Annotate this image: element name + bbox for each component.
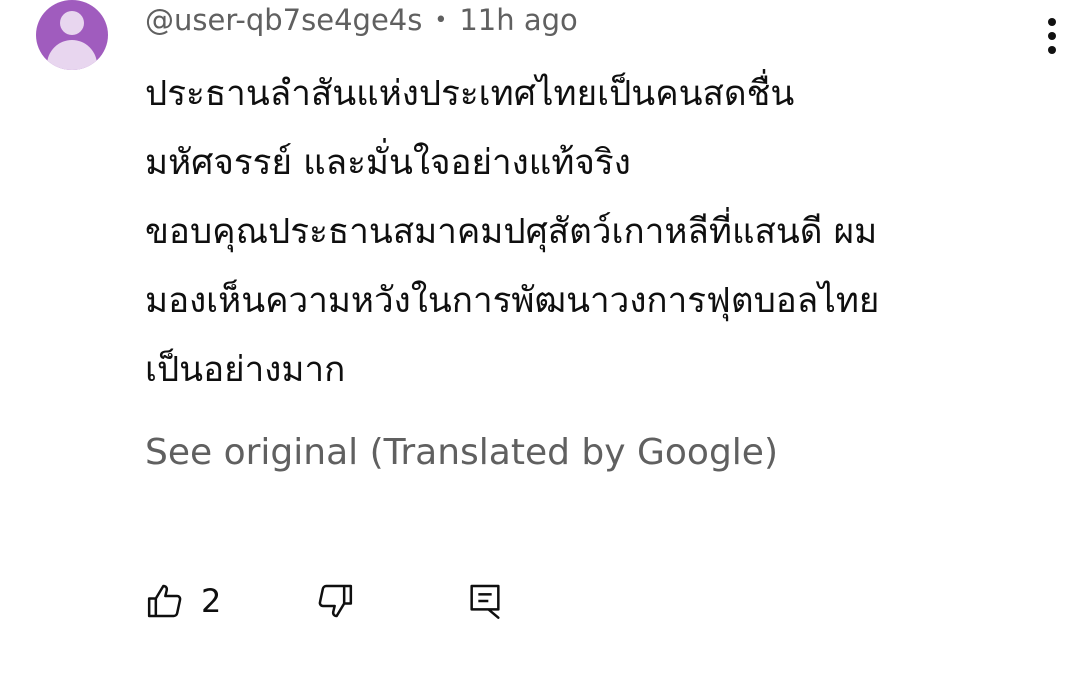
comment-text: ประธานลำสันแห่งประเทศไทยเป็นคนสดชื่น มหั…	[145, 60, 1045, 405]
comment-line: เป็นอย่างมาก	[145, 350, 346, 390]
reply-icon	[470, 584, 500, 619]
author-name[interactable]: @user-qb7se4ge4s	[145, 3, 422, 37]
comment-line: ขอบคุณประธานสมาคมปศุสัตว์เกาหลีที่แสนดี …	[145, 212, 878, 252]
comment-line: ประธานลำสันแห่งประเทศไทยเป็นคนสดชื่น	[145, 74, 795, 114]
see-original-link[interactable]: See original (Translated by Google)	[145, 432, 778, 473]
reply-button[interactable]	[465, 578, 505, 624]
user-avatar[interactable]	[36, 0, 108, 70]
more-options-icon[interactable]	[1040, 14, 1064, 58]
separator-dot: •	[434, 7, 448, 33]
like-count: 2	[201, 582, 222, 620]
dislike-button[interactable]	[315, 578, 355, 624]
comment-line: มหัศจรรย์ และมั่นใจอย่างแท้จริง	[145, 143, 631, 183]
comment-timestamp[interactable]: 11h ago	[459, 3, 577, 37]
comment-line: มองเห็นความหวังในการพัฒนาวงการฟุตบอลไทย	[145, 281, 880, 321]
like-button[interactable]: 2	[145, 578, 221, 624]
comment-header: @user-qb7se4ge4s • 11h ago	[145, 0, 578, 40]
more-dot	[1048, 32, 1056, 40]
avatar-head-shape	[60, 11, 84, 35]
thumbs-up-icon	[147, 584, 182, 618]
thumbs-down-icon	[318, 584, 353, 618]
more-dot	[1048, 18, 1056, 26]
more-dot	[1048, 46, 1056, 54]
avatar-body-shape	[47, 40, 97, 70]
